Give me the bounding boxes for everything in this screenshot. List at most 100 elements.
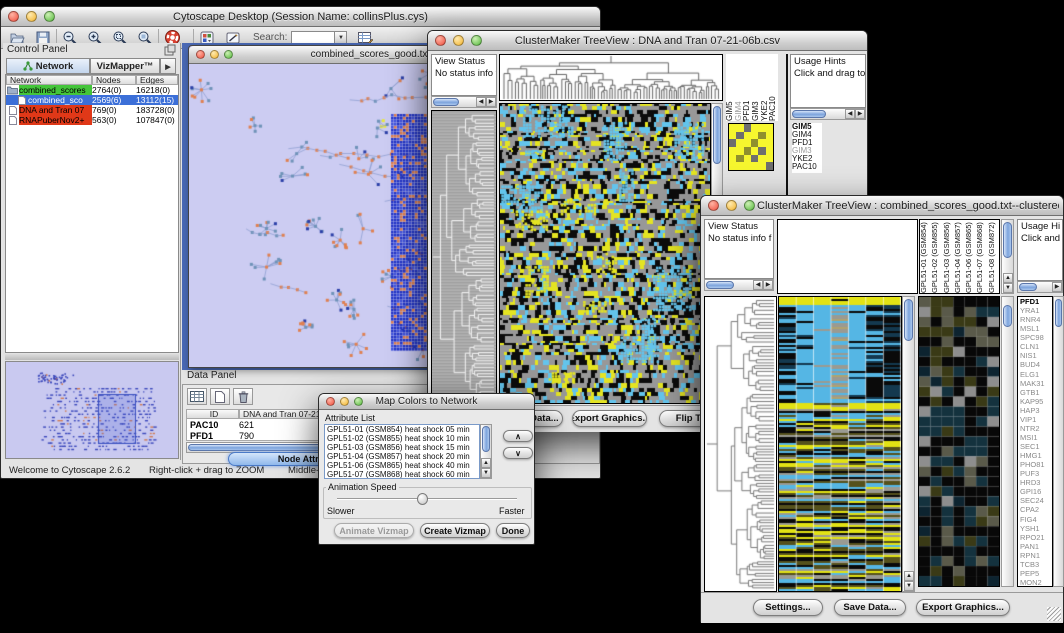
tv1-row-dendrogram-box[interactable]: [431, 110, 497, 404]
close-icon[interactable]: [708, 200, 719, 211]
scroll-down-arrow[interactable]: [904, 581, 914, 591]
scroll-right-arrow[interactable]: [486, 97, 496, 107]
scroll-right-arrow[interactable]: [1052, 282, 1062, 292]
gene-label[interactable]: PEP5: [1020, 569, 1052, 578]
gene-label[interactable]: PAN1: [1020, 542, 1052, 551]
tv2-heatmap-box[interactable]: [778, 296, 902, 592]
treeview1-titlebar[interactable]: ClusterMaker TreeView : DNA and Tran 07-…: [428, 31, 867, 51]
scroll-up-arrow[interactable]: [904, 571, 914, 581]
scroll-down-arrow[interactable]: [481, 468, 491, 478]
tv2-zoom-heatmap-box[interactable]: [918, 296, 1000, 587]
gene-label[interactable]: SPC98: [1020, 333, 1052, 342]
col-header-edges[interactable]: Edges: [136, 75, 178, 85]
scrollbar-thumb[interactable]: [904, 299, 913, 341]
gene-label[interactable]: NTR2: [1020, 424, 1052, 433]
gene-label[interactable]: GTB1: [1020, 388, 1052, 397]
tv2-export-graphics-button[interactable]: Export Graphics...: [916, 599, 1010, 616]
float-panel-icon[interactable]: [164, 44, 176, 56]
trash-icon[interactable]: [233, 388, 253, 405]
scrollbar-thumb[interactable]: [482, 426, 490, 452]
network-row-dna-tran[interactable]: DNA and Tran 07 769(0) 183728(0): [6, 105, 178, 115]
gene-label[interactable]: PUF3: [1020, 469, 1052, 478]
scrollbar-thumb[interactable]: [706, 281, 734, 289]
tv2-heatmap-vscroll[interactable]: [902, 296, 915, 592]
treeview2-window[interactable]: ClusterMaker TreeView : combined_scores_…: [700, 195, 1064, 623]
tv1-heatmap[interactable]: [500, 104, 710, 403]
tab-network[interactable]: Network: [6, 58, 90, 74]
attribute-list-vscroll[interactable]: [480, 424, 492, 479]
tv1-zoom-matrix[interactable]: [729, 124, 773, 170]
tv2-row-dendrogram-box[interactable]: [704, 296, 777, 592]
minimize-icon[interactable]: [210, 50, 219, 59]
attribute-list-item[interactable]: GPL51-07 (GSM868) heat shock 60 min: [325, 470, 479, 479]
gene-label[interactable]: GPI16: [1020, 487, 1052, 496]
new-document-icon[interactable]: [210, 388, 230, 405]
panel-splitter[interactable]: [5, 354, 179, 360]
tv2-save-data-button[interactable]: Save Data...: [834, 599, 906, 616]
network-row-combined-sco-selected[interactable]: combined_sco 2569(6) 13112(15): [6, 95, 178, 105]
zoom-window-icon[interactable]: [354, 397, 363, 406]
attribute-list-item[interactable]: GPL51-04 (GSM857) heat shock 20 min: [325, 452, 479, 461]
animate-vizmap-button[interactable]: Animate Vizmap: [334, 523, 414, 538]
gene-label[interactable]: YRA1: [1020, 306, 1052, 315]
scroll-left-arrow[interactable]: [845, 109, 855, 119]
tv2-view-status-hscroll[interactable]: [704, 279, 774, 291]
close-icon[interactable]: [435, 35, 446, 46]
gene-label[interactable]: YSH1: [1020, 524, 1052, 533]
scrollbar-thumb[interactable]: [1003, 222, 1012, 258]
gene-label[interactable]: SEC24: [1020, 496, 1052, 505]
attribute-list-item[interactable]: GPL51-02 (GSM855) heat shock 10 min: [325, 434, 479, 443]
gene-label[interactable]: RPN1: [1020, 551, 1052, 560]
attribute-list-item[interactable]: GPL51-06 (GSM865) heat shock 40 min: [325, 461, 479, 470]
scroll-right-arrow[interactable]: [763, 280, 773, 290]
tv2-usage-hscroll[interactable]: [1017, 281, 1063, 293]
tab-vizmapper[interactable]: VizMapper™: [90, 58, 160, 74]
gene-label[interactable]: HMG1: [1020, 451, 1052, 460]
tv1-column-dendrogram-box[interactable]: [499, 54, 723, 101]
gene-label[interactable]: HRD3: [1020, 478, 1052, 487]
zoom-window-icon[interactable]: [471, 35, 482, 46]
gene-label[interactable]: VIP1: [1020, 415, 1052, 424]
tv1-view-status-hscroll[interactable]: [431, 96, 497, 108]
minimize-icon[interactable]: [340, 397, 349, 406]
gene-label[interactable]: BUD4: [1020, 360, 1052, 369]
tab-more-button[interactable]: [160, 58, 176, 74]
tv1-column-label[interactable]: PAC10: [769, 54, 778, 121]
minimize-icon[interactable]: [726, 200, 737, 211]
treeview2-titlebar[interactable]: ClusterMaker TreeView : combined_scores_…: [701, 196, 1063, 216]
move-up-button[interactable]: ∧: [503, 430, 533, 442]
scrollbar-thumb[interactable]: [1003, 305, 1012, 327]
minimize-icon[interactable]: [26, 11, 37, 22]
animation-slider-thumb[interactable]: [417, 493, 428, 505]
scroll-left-arrow[interactable]: [476, 97, 486, 107]
tv1-column-dendrogram[interactable]: [500, 55, 722, 100]
scroll-right-arrow[interactable]: [855, 109, 865, 119]
gene-label[interactable]: SEC1: [1020, 442, 1052, 451]
network-row-combined-scores[interactable]: combined_scores 2764(0) 16218(0): [6, 85, 178, 95]
tv2-labels-vscroll[interactable]: [1001, 219, 1014, 294]
resize-grip[interactable]: [1047, 607, 1061, 621]
gene-label[interactable]: MSL1: [1020, 324, 1052, 333]
move-down-button[interactable]: ∨: [503, 447, 533, 459]
gene-label[interactable]: HAP3: [1020, 406, 1052, 415]
tv1-zoom-matrix-box[interactable]: [728, 123, 774, 171]
gene-label[interactable]: CPA2: [1020, 505, 1052, 514]
minimize-icon[interactable]: [453, 35, 464, 46]
network-row-rnapubernov2[interactable]: RNAPuberNov2+ 563(0) 107847(0): [6, 115, 178, 125]
gene-label[interactable]: TCB3: [1020, 560, 1052, 569]
scrollbar-thumb[interactable]: [792, 110, 826, 118]
gene-label[interactable]: PHO81: [1020, 460, 1052, 469]
map-colors-dialog[interactable]: Map Colors to Network Attribute List GPL…: [318, 393, 535, 545]
gene-label[interactable]: RNR4: [1020, 315, 1052, 324]
gene-label[interactable]: PFD1: [1020, 297, 1052, 306]
network-overview-panel[interactable]: [5, 361, 179, 459]
tv2-heatmap[interactable]: [779, 297, 901, 591]
col-header-nodes[interactable]: Nodes: [92, 75, 136, 85]
gene-label[interactable]: MAK31: [1020, 379, 1052, 388]
zoom-window-icon[interactable]: [44, 11, 55, 22]
network-overview-canvas[interactable]: [6, 362, 178, 458]
tv2-column-label[interactable]: GPL51-03 (GSM856): [943, 220, 954, 293]
done-button[interactable]: Done: [496, 523, 530, 538]
tv2-column-dendrogram-box[interactable]: [777, 219, 918, 294]
gene-label[interactable]: ELG1: [1020, 370, 1052, 379]
